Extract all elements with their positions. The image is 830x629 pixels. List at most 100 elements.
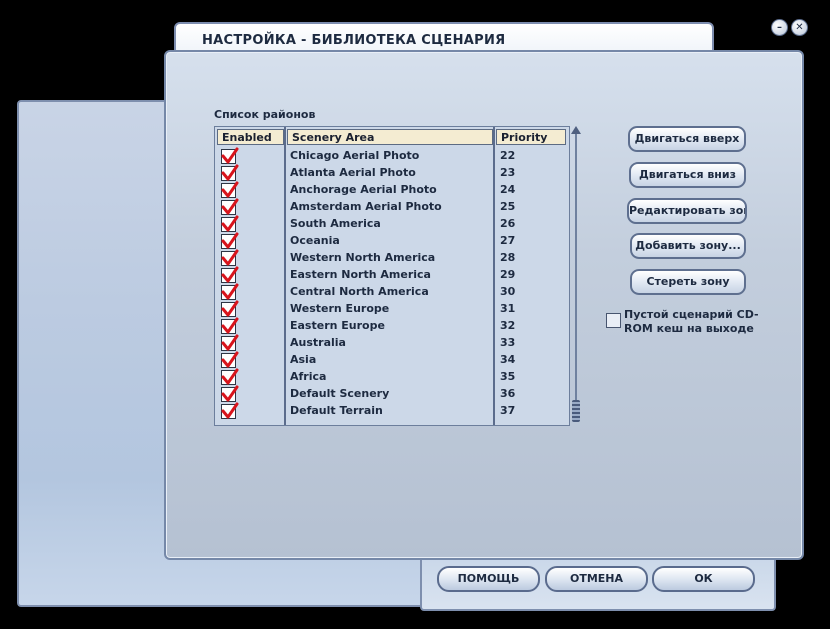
scenery-area-name: Anchorage Aerial Photo xyxy=(290,183,437,196)
cdrom-cache-checkbox[interactable] xyxy=(606,313,621,328)
check-icon xyxy=(221,181,239,198)
check-icon xyxy=(221,351,239,368)
scenery-area-name: Chicago Aerial Photo xyxy=(290,149,420,162)
list-row[interactable]: Australia 33 xyxy=(215,334,569,352)
enabled-checkbox[interactable] xyxy=(221,402,239,419)
scenery-area-name: Asia xyxy=(290,353,317,366)
list-row[interactable]: Anchorage Aerial Photo 24 xyxy=(215,181,569,199)
check-icon xyxy=(221,164,239,181)
scenery-area-name: Africa xyxy=(290,370,327,383)
enabled-checkbox[interactable] xyxy=(221,317,239,334)
enabled-checkbox[interactable] xyxy=(221,232,239,249)
delete-area-button[interactable]: Стереть зону xyxy=(630,269,746,295)
list-scrollbar[interactable] xyxy=(571,126,581,424)
enabled-checkbox[interactable] xyxy=(221,351,239,368)
list-row[interactable]: Oceania 27 xyxy=(215,232,569,250)
close-button[interactable]: ✕ xyxy=(791,19,808,36)
column-header-scenery-area[interactable]: Scenery Area xyxy=(287,129,493,145)
priority-value: 37 xyxy=(500,404,516,417)
check-icon xyxy=(221,198,239,215)
check-icon xyxy=(221,283,239,300)
scenery-area-name: Central North America xyxy=(290,285,429,298)
scenery-area-name: Western North America xyxy=(290,251,436,264)
cancel-button[interactable]: ОТМЕНА xyxy=(545,566,648,592)
column-header-enabled[interactable]: Enabled xyxy=(217,129,284,145)
list-row[interactable]: Africa 35 xyxy=(215,368,569,386)
enabled-checkbox[interactable] xyxy=(221,300,239,317)
check-icon xyxy=(221,215,239,232)
priority-value: 33 xyxy=(500,336,516,349)
enabled-checkbox[interactable] xyxy=(221,266,239,283)
priority-value: 35 xyxy=(500,370,516,383)
priority-value: 30 xyxy=(500,285,516,298)
priority-value: 23 xyxy=(500,166,516,179)
priority-value: 26 xyxy=(500,217,516,230)
priority-value: 34 xyxy=(500,353,516,366)
edit-area-button[interactable]: Редактировать зону... xyxy=(627,198,747,224)
scenery-area-name: South America xyxy=(290,217,381,230)
enabled-checkbox[interactable] xyxy=(221,385,239,402)
enabled-checkbox[interactable] xyxy=(221,164,239,181)
priority-value: 22 xyxy=(500,149,516,162)
minus-icon: – xyxy=(777,22,782,33)
enabled-checkbox[interactable] xyxy=(221,368,239,385)
scenery-area-name: Australia xyxy=(290,336,346,349)
list-row[interactable]: Chicago Aerial Photo 22 xyxy=(215,147,569,165)
list-row[interactable]: Asia 34 xyxy=(215,351,569,369)
list-row[interactable]: Amsterdam Aerial Photo 25 xyxy=(215,198,569,216)
check-icon xyxy=(221,368,239,385)
list-row[interactable]: Western North America 28 xyxy=(215,249,569,267)
scenery-area-name: Default Terrain xyxy=(290,404,383,417)
scenery-area-name: Eastern North America xyxy=(290,268,431,281)
scenery-area-name: Western Europe xyxy=(290,302,390,315)
check-icon xyxy=(221,147,239,164)
scenery-area-list[interactable]: Enabled Scenery Area Priority Chicago Ae… xyxy=(214,126,570,426)
check-icon xyxy=(221,300,239,317)
priority-value: 32 xyxy=(500,319,516,332)
priority-value: 24 xyxy=(500,183,516,196)
priority-value: 31 xyxy=(500,302,516,315)
enabled-checkbox[interactable] xyxy=(221,283,239,300)
list-row[interactable]: South America 26 xyxy=(215,215,569,233)
enabled-checkbox[interactable] xyxy=(221,215,239,232)
minimize-button[interactable]: – xyxy=(771,19,788,36)
enabled-checkbox[interactable] xyxy=(221,198,239,215)
enabled-checkbox[interactable] xyxy=(221,147,239,164)
priority-value: 28 xyxy=(500,251,516,264)
scenery-area-name: Default Scenery xyxy=(290,387,390,400)
scroll-thumb[interactable] xyxy=(572,400,580,422)
enabled-checkbox[interactable] xyxy=(221,334,239,351)
priority-value: 29 xyxy=(500,268,516,281)
priority-value: 25 xyxy=(500,200,516,213)
check-icon xyxy=(221,317,239,334)
window-title: НАСТРОЙКА - БИБЛИОТЕКА СЦЕНАРИЯ xyxy=(202,33,506,48)
scenery-area-name: Eastern Europe xyxy=(290,319,385,332)
scenery-area-name: Amsterdam Aerial Photo xyxy=(290,200,442,213)
list-row[interactable]: Western Europe 31 xyxy=(215,300,569,318)
check-icon xyxy=(221,249,239,266)
priority-value: 36 xyxy=(500,387,516,400)
list-row[interactable]: Default Scenery 36 xyxy=(215,385,569,403)
add-area-button[interactable]: Добавить зону... xyxy=(630,233,746,259)
list-row[interactable]: Eastern North America 29 xyxy=(215,266,569,284)
ok-button[interactable]: ОК xyxy=(652,566,755,592)
check-icon xyxy=(221,334,239,351)
list-row[interactable]: Atlanta Aerial Photo 23 xyxy=(215,164,569,182)
column-header-priority[interactable]: Priority xyxy=(496,129,566,145)
check-icon xyxy=(221,266,239,283)
scroll-up-icon[interactable] xyxy=(571,126,581,134)
list-row[interactable]: Central North America 30 xyxy=(215,283,569,301)
enabled-checkbox[interactable] xyxy=(221,181,239,198)
list-row[interactable]: Eastern Europe 32 xyxy=(215,317,569,335)
help-button[interactable]: ПОМОЩЬ xyxy=(437,566,540,592)
list-row[interactable]: Default Terrain 37 xyxy=(215,402,569,420)
enabled-checkbox[interactable] xyxy=(221,249,239,266)
scenery-area-name: Atlanta Aerial Photo xyxy=(290,166,416,179)
check-icon xyxy=(221,232,239,249)
list-label: Список районов xyxy=(214,108,316,121)
check-icon xyxy=(221,385,239,402)
move-up-button[interactable]: Двигаться вверх xyxy=(628,126,746,152)
move-down-button[interactable]: Двигаться вниз xyxy=(629,162,746,188)
scroll-track[interactable] xyxy=(575,134,577,412)
check-icon xyxy=(221,402,239,419)
